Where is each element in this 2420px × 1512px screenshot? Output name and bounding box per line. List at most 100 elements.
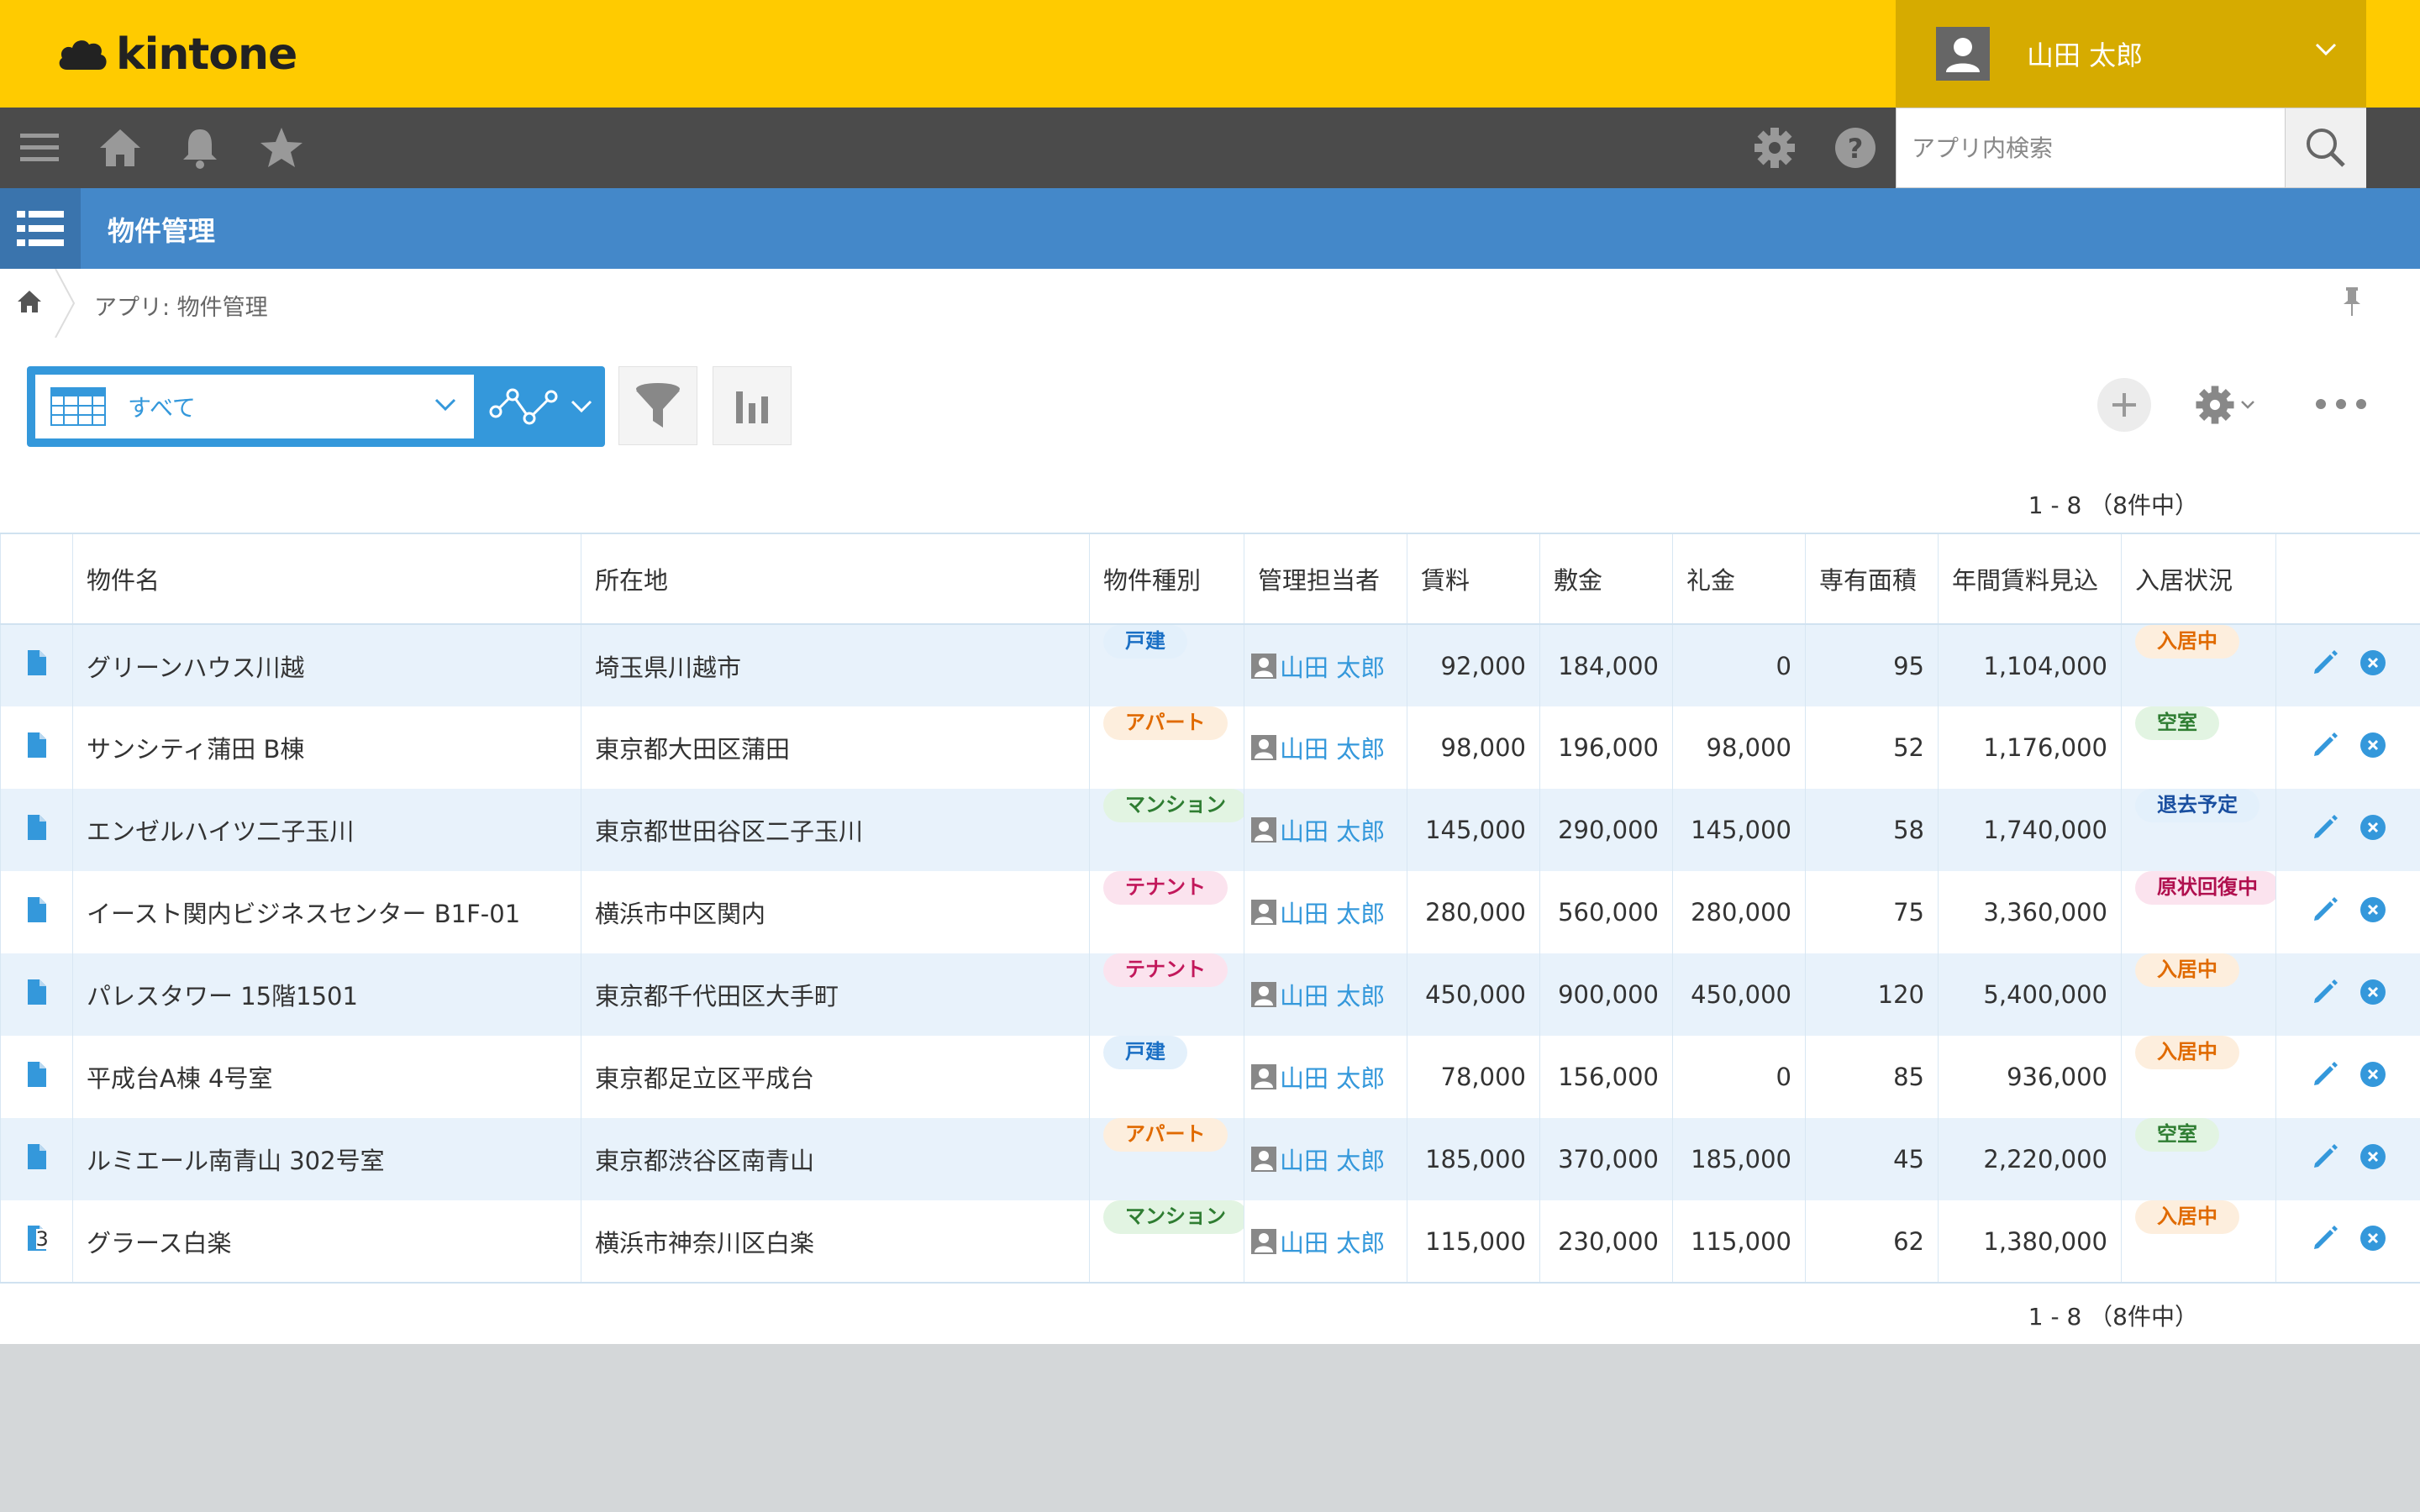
user-avatar — [1936, 27, 1990, 81]
gear-icon — [2196, 386, 2234, 424]
filter-icon — [636, 383, 680, 428]
bar-chart-icon — [736, 391, 768, 423]
table-row[interactable]: パレスタワー 15階1501 東京都千代田区大手町 テナント 山田 太郎 450,000… — [0, 953, 2420, 1036]
record-detail-link[interactable] — [0, 1118, 73, 1200]
cell-actions — [2275, 1036, 2420, 1118]
delete-icon[interactable] — [2360, 649, 2386, 682]
table-row[interactable]: グリーンハウス川越 埼玉県川越市 戸建 山田 太郎 92,000 184,000 0 95 1,… — [0, 624, 2420, 706]
app-settings-button[interactable] — [2193, 378, 2260, 432]
kintone-logo[interactable]: kintone — [57, 25, 297, 84]
delete-icon[interactable] — [2360, 814, 2386, 847]
table-row[interactable]: 平成台A棟 4号室 東京都足立区平成台 戸建 山田 太郎 78,000 156,000 0 8… — [0, 1036, 2420, 1118]
table-row[interactable]: イースト関内ビジネスセンター B1F-01 横浜市中区関内 テナント 山田 太郎 280… — [0, 871, 2420, 953]
header-annual-rent[interactable]: 年間賃料見込 — [1938, 533, 2122, 624]
document-icon — [26, 1142, 48, 1177]
gear-icon[interactable] — [1749, 123, 1800, 173]
delete-icon[interactable] — [2360, 732, 2386, 764]
record-detail-link[interactable] — [0, 789, 73, 871]
filter-button[interactable] — [618, 366, 697, 445]
record-detail-link[interactable] — [0, 871, 73, 953]
header-key-money[interactable]: 礼金 — [1672, 533, 1806, 624]
more-options-button[interactable] — [2316, 391, 2366, 417]
search-button[interactable] — [2285, 108, 2366, 187]
manager-link[interactable]: 山田 太郎 — [1280, 1224, 1385, 1259]
cloud-logo-icon — [59, 40, 107, 70]
record-detail-link[interactable] — [0, 624, 73, 706]
header-status[interactable]: 入居状況 — [2121, 533, 2276, 624]
home-icon[interactable] — [95, 123, 145, 173]
view-select[interactable]: すべて — [35, 375, 474, 438]
header-name[interactable]: 物件名 — [72, 533, 581, 624]
manager-link[interactable]: 山田 太郎 — [1280, 895, 1385, 930]
edit-icon[interactable] — [2310, 730, 2340, 766]
manager-link[interactable]: 山田 太郎 — [1280, 730, 1385, 765]
app-title: 物件管理 — [108, 215, 216, 247]
cell-actions — [2275, 1118, 2420, 1200]
user-icon — [1251, 653, 1276, 679]
delete-icon[interactable] — [2360, 896, 2386, 929]
menu-icon[interactable] — [15, 123, 66, 173]
app-icon[interactable] — [0, 188, 81, 269]
manager-link[interactable]: 山田 太郎 — [1280, 648, 1385, 684]
cell-key-money: 450,000 — [1672, 953, 1806, 1036]
header-manager[interactable]: 管理担当者 — [1244, 533, 1407, 624]
cell-manager: 山田 太郎 — [1244, 953, 1407, 1036]
breadcrumb-app-link[interactable]: アプリ: 物件管理 — [94, 289, 268, 322]
document-icon — [26, 813, 48, 848]
delete-icon[interactable] — [2360, 1061, 2386, 1094]
edit-icon[interactable] — [2310, 1059, 2340, 1095]
edit-icon[interactable] — [2310, 1142, 2340, 1178]
record-detail-link[interactable] — [0, 706, 73, 789]
header-area[interactable]: 専有面積 — [1805, 533, 1939, 624]
header-address[interactable]: 所在地 — [581, 533, 1090, 624]
manager-link[interactable]: 山田 太郎 — [1280, 1142, 1385, 1177]
list-icon — [17, 211, 64, 246]
cell-manager: 山田 太郎 — [1244, 1200, 1407, 1283]
cell-address: 東京都足立区平成台 — [581, 1036, 1090, 1118]
table-row[interactable]: ルミエール南青山 302号室 東京都渋谷区南青山 アパート 山田 太郎 185,000 3… — [0, 1118, 2420, 1200]
home-icon[interactable] — [15, 287, 44, 316]
edit-icon[interactable] — [2310, 1223, 2340, 1259]
cell-address: 横浜市中区関内 — [581, 871, 1090, 953]
record-detail-link[interactable] — [0, 1036, 73, 1118]
table-row[interactable]: 3 グラース白楽 横浜市神奈川区白楽 マンション 山田 太郎 115,000 230,000… — [0, 1200, 2420, 1283]
type-badge: アパート — [1103, 706, 1228, 740]
view-name: すべて — [128, 394, 196, 422]
cell-type: 戸建 — [1089, 1036, 1244, 1118]
edit-icon[interactable] — [2310, 977, 2340, 1013]
header-deposit[interactable]: 敷金 — [1539, 533, 1673, 624]
cell-actions — [2275, 789, 2420, 871]
delete-icon[interactable] — [2360, 1225, 2386, 1257]
chevron-down-icon — [2241, 401, 2254, 409]
manager-link[interactable]: 山田 太郎 — [1280, 812, 1385, 848]
record-detail-link[interactable]: 3 — [0, 1200, 73, 1283]
search-input[interactable] — [1897, 108, 2283, 187]
chevron-down-icon — [2315, 43, 2337, 56]
graph-view-button[interactable] — [481, 366, 605, 447]
delete-icon[interactable] — [2360, 1143, 2386, 1176]
cell-address: 東京都世田谷区二子玉川 — [581, 789, 1090, 871]
manager-link[interactable]: 山田 太郎 — [1280, 1059, 1385, 1095]
header-rent[interactable]: 賃料 — [1407, 533, 1540, 624]
record-detail-link[interactable] — [0, 953, 73, 1036]
cell-status: 入居中 — [2121, 953, 2276, 1036]
edit-icon[interactable] — [2310, 895, 2340, 931]
graph-button[interactable] — [713, 366, 792, 445]
user-menu[interactable]: 山田 太郎 — [1896, 0, 2366, 108]
table-row[interactable]: エンゼルハイツ二子玉川 東京都世田谷区二子玉川 マンション 山田 太郎 145,000 2… — [0, 789, 2420, 871]
manager-link[interactable]: 山田 太郎 — [1280, 977, 1385, 1012]
star-icon[interactable] — [256, 123, 307, 173]
header-type[interactable]: 物件種別 — [1089, 533, 1244, 624]
breadcrumb: アプリ: 物件管理 — [0, 269, 2420, 339]
help-icon[interactable]: ? — [1830, 123, 1881, 173]
cell-name: グリーンハウス川越 — [72, 624, 581, 706]
pin-icon[interactable] — [2341, 286, 2363, 319]
cell-manager: 山田 太郎 — [1244, 624, 1407, 706]
edit-icon[interactable] — [2310, 648, 2340, 684]
user-icon — [1251, 1228, 1276, 1254]
table-row[interactable]: サンシティ蒲田 B棟 東京都大田区蒲田 アパート 山田 太郎 98,000 196,000… — [0, 706, 2420, 789]
edit-icon[interactable] — [2310, 812, 2340, 848]
delete-icon[interactable] — [2360, 979, 2386, 1011]
bell-icon[interactable] — [175, 123, 225, 173]
add-record-button[interactable] — [2097, 378, 2151, 432]
